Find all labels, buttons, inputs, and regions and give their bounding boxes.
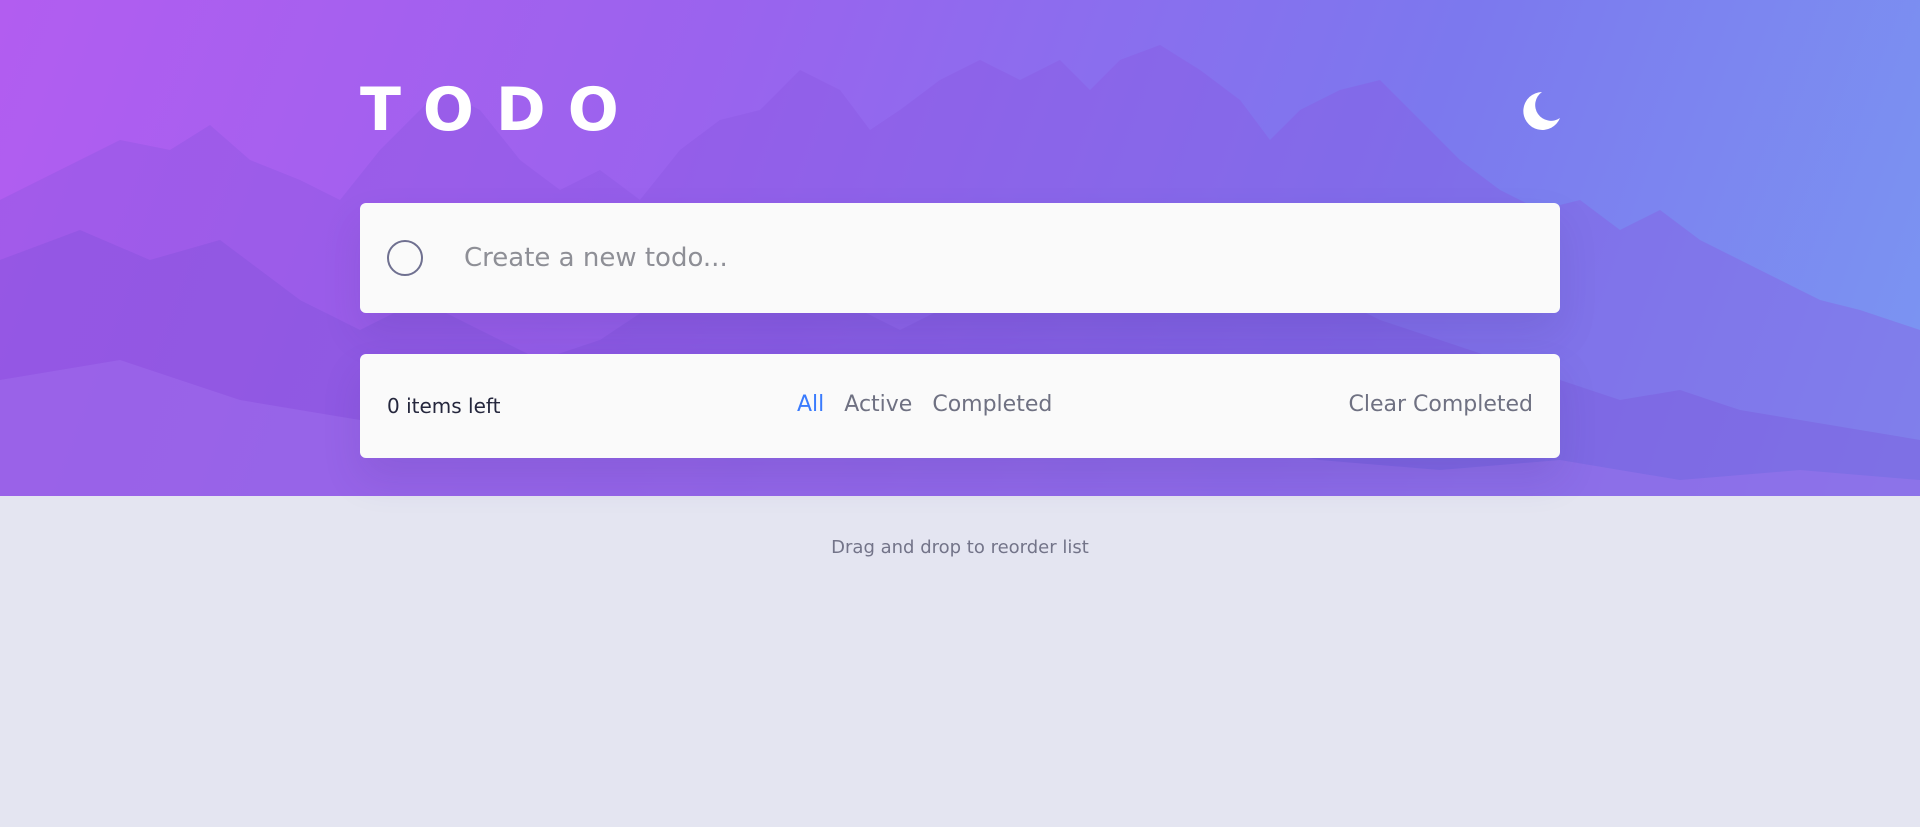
moon-icon bbox=[1523, 92, 1560, 130]
filter-completed[interactable]: Completed bbox=[932, 390, 1052, 420]
filter-tabs: All Active Completed bbox=[797, 390, 1052, 420]
new-todo-checkbox[interactable] bbox=[387, 240, 423, 276]
new-todo-card bbox=[360, 203, 1560, 313]
reorder-hint: Drag and drop to reorder list bbox=[831, 537, 1089, 558]
items-left-count: 0 items left bbox=[387, 394, 501, 418]
todo-footer: 0 items left All Active Completed Clear … bbox=[360, 354, 1560, 458]
clear-completed-button[interactable]: Clear Completed bbox=[1348, 390, 1533, 420]
filter-active[interactable]: Active bbox=[844, 390, 912, 420]
theme-toggle-button[interactable] bbox=[1518, 88, 1564, 134]
new-todo-input[interactable] bbox=[464, 233, 1524, 283]
app-title: TODO bbox=[360, 75, 641, 145]
filter-all[interactable]: All bbox=[797, 390, 824, 420]
